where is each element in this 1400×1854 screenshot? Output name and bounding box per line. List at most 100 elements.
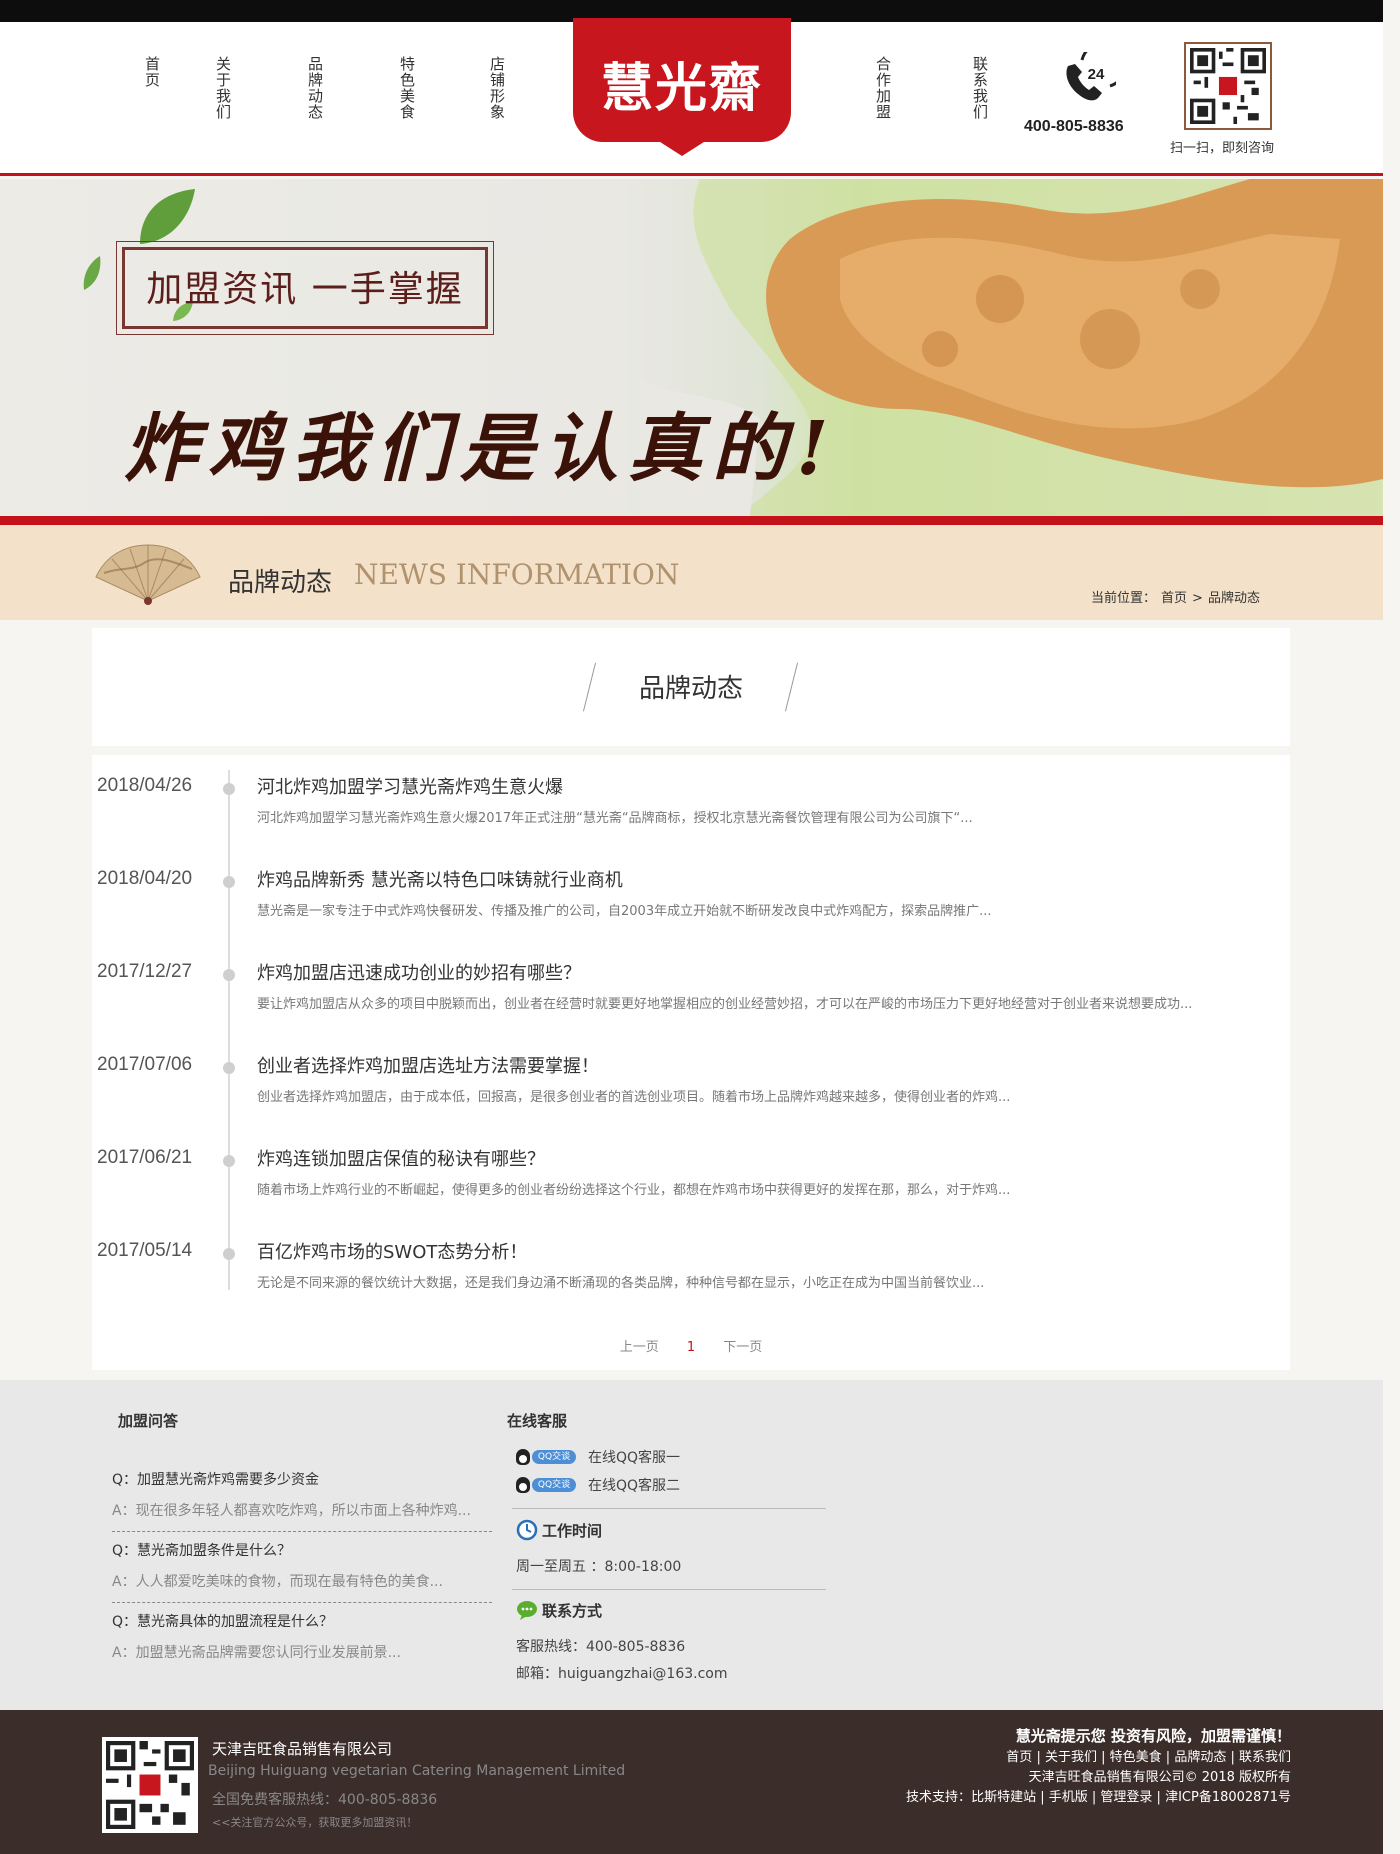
footer-support: 技术支持：比斯特建站 | 手机版 | 管理登录 | 津ICP备18002871号 [906,1790,1291,1805]
contact-title: 联系方式 [516,1599,602,1621]
work-hours-label: 工作时间 [542,1521,603,1540]
contact-label: 联系方式 [542,1601,603,1620]
news-summary: 随着市场上炸鸡行业的不断崛起，使得更多的创业者纷纷选择这个行业，都想在炸鸡市场中… [257,1183,1011,1198]
news-list-card: 品牌动态 2018/04/26 河北炸鸡加盟学习慧光斋炸鸡生意火爆 河北炸鸡加盟… [92,628,1290,1370]
qr-caption: 扫一扫，即刻咨询 [1170,141,1275,156]
footer-link-about[interactable]: 关于我们 [1045,1750,1097,1765]
breadcrumb: 当前位置： 首页 > 品牌动态 [1091,587,1265,606]
news-title[interactable]: 创业者选择炸鸡加盟店选址方法需要掌握！ [257,1052,599,1078]
news-date: 2017/06/21 [97,1147,193,1168]
banner-red-line [0,516,1383,525]
timeline-dot [223,969,235,981]
footer-follow-note: <<关注官方公众号，获取更多加盟资讯！ [212,1816,418,1829]
news-item[interactable]: 2017/07/06 创业者选择炸鸡加盟店选址方法需要掌握！ 创业者选择炸鸡加盟… [92,1054,1290,1134]
faq-separator [112,1531,492,1532]
leaf-decoration-icon [140,189,195,244]
qq-icon: QQ交谈 [516,1476,578,1494]
faq-question[interactable]: Q：慧光斋加盟条件是什么？ [112,1540,291,1560]
header-qr-code [1184,42,1272,130]
news-summary: 河北炸鸡加盟学习慧光斋炸鸡生意火爆2017年正式注册“慧光斋“品牌商标，授权北京… [257,811,973,826]
chat-icon [517,1601,537,1620]
footer-link-mobile[interactable]: 手机版 [1049,1790,1088,1805]
nav-brand-news[interactable]: 品牌动态 [302,56,324,120]
faq-answer: A：现在很多年轻人都喜欢吃炸鸡，所以市面上各种炸鸡... [112,1503,471,1519]
qq-service-one[interactable]: QQ交谈 在线QQ客服一 [516,1447,680,1467]
news-item[interactable]: 2017/05/14 百亿炸鸡市场的SWOT态势分析！ 无论是不同来源的餐饮统计… [92,1240,1290,1320]
leaf-decoration-icon [83,256,101,290]
news-title[interactable]: 炸鸡加盟店迅速成功创业的妙招有哪些？ [257,959,581,985]
pager-prev[interactable]: 上一页 [620,1336,659,1355]
card-divider [92,746,1290,755]
qq-service-label: 在线QQ客服一 [588,1450,681,1466]
news-title[interactable]: 百亿炸鸡市场的SWOT态势分析！ [257,1238,527,1264]
nav-about[interactable]: 关于我们 [210,56,232,120]
footer-warning: 慧光斋提示您 投资有风险，加盟需谨慎！ [1015,1727,1291,1745]
news-title[interactable]: 河北炸鸡加盟学习慧光斋炸鸡生意火爆 [257,773,563,799]
faq-question[interactable]: Q：加盟慧光斋炸鸡需要多少资金 [112,1469,319,1489]
pager-current[interactable]: 1 [687,1340,695,1355]
breadcrumb-home[interactable]: 首页 [1161,591,1187,606]
section-title-cn: 品牌动态 [228,568,333,598]
news-summary: 创业者选择炸鸡加盟店，由于成本低，回报高，是很多创业者的首选创业项目。随着市场上… [257,1090,1011,1105]
news-summary: 要让炸鸡加盟店从众多的项目中脱颖而出，创业者在经营时就要更好地掌握相应的创业经营… [257,997,1193,1012]
card-heading: 品牌动态 [638,674,743,704]
faq-title: 加盟问答 [118,1412,179,1430]
footer-link-home[interactable]: 首页 [1006,1750,1032,1765]
timeline-dot [223,876,235,888]
clock-icon [516,1519,538,1541]
faq-question[interactable]: Q：慧光斋具体的加盟流程是什么？ [112,1611,333,1631]
footer-hotline: 全国免费客服热线：400-805-8836 [212,1792,438,1808]
news-title[interactable]: 炸鸡连锁加盟店保值的秘诀有哪些？ [257,1145,545,1171]
news-item[interactable]: 2018/04/20 炸鸡品牌新秀 慧光斋以特色口味铸就行业商机 慧光斋是一家专… [92,868,1290,948]
footer-link-food[interactable]: 特色美食 [1110,1750,1162,1765]
timeline-dot [223,783,235,795]
news-title[interactable]: 炸鸡品牌新秀 慧光斋以特色口味铸就行业商机 [257,866,623,892]
footer-link-news[interactable]: 品牌动态 [1174,1750,1226,1765]
nav-franchise[interactable]: 合作加盟 [870,56,892,120]
news-item[interactable]: 2017/06/21 炸鸡连锁加盟店保值的秘诀有哪些？ 随着市场上炸鸡行业的不断… [92,1147,1290,1227]
footer-company-en: Beijing Huiguang vegetarian Catering Man… [208,1763,626,1779]
pagination: 上一页 1 下一页 [92,1336,1290,1355]
email-text[interactable]: 邮箱：huiguangzhai@163.com [516,1663,728,1683]
site-header: 首页 关于我们 品牌动态 特色美食 店铺形象 慧光齋 合作加盟 联系我们 24 … [0,18,1383,176]
service-title: 在线客服 [507,1412,568,1430]
page: 首页 关于我们 品牌动态 特色美食 店铺形象 慧光齋 合作加盟 联系我们 24 … [0,0,1383,1854]
nav-featured-food[interactable]: 特色美食 [394,56,416,120]
qq-icon: QQ交谈 [516,1448,578,1466]
hero-banner: 加盟资讯 一手掌握 炸鸡我们是认真的! [0,179,1383,516]
breadcrumb-label: 当前位置： [1091,591,1157,606]
news-date: 2017/05/14 [97,1240,193,1261]
nav-store-image[interactable]: 店铺形象 [484,56,506,120]
news-item[interactable]: 2017/12/27 炸鸡加盟店迅速成功创业的妙招有哪些？ 要让炸鸡加盟店从众多… [92,961,1290,1041]
logo[interactable]: 慧光齋 [573,18,791,156]
nav-contact[interactable]: 联系我们 [967,56,989,120]
news-date: 2018/04/26 [97,775,193,796]
footer-qr-code [102,1737,198,1833]
news-summary: 无论是不同来源的餐饮统计大数据，还是我们身边涌不断涌现的各类品牌，种种信号都在显… [257,1276,985,1291]
banner-frame: 加盟资讯 一手掌握 [116,241,494,335]
breadcrumb-current: 品牌动态 [1207,591,1260,606]
qq-service-two[interactable]: QQ交谈 在线QQ客服二 [516,1475,680,1495]
footer-link-icp[interactable]: 津ICP备18002871号 [1165,1790,1291,1805]
footer-copyright: 天津吉旺食品销售有限公司© 2018 版权所有 [1028,1770,1291,1785]
qr-code-image [106,1741,194,1829]
pager-next[interactable]: 下一页 [723,1336,762,1355]
footer-link-contact[interactable]: 联系我们 [1239,1750,1291,1765]
footer-link-admin-login[interactable]: 管理登录 [1100,1790,1152,1805]
work-hours-value: 周一至周五 ：8:00-18:00 [516,1559,682,1575]
section-title-en: NEWS INFORMATION [354,558,680,591]
faq-separator [112,1602,492,1603]
news-item[interactable]: 2018/04/26 河北炸鸡加盟学习慧光斋炸鸡生意火爆 河北炸鸡加盟学习慧光斋… [92,775,1290,855]
footer-links: 首页 | 关于我们 | 特色美食 | 品牌动态 | 联系我们 [1006,1750,1291,1765]
news-date: 2017/07/06 [97,1054,193,1075]
site-footer: 天津吉旺食品销售有限公司 Beijing Huiguang vegetarian… [0,1710,1383,1854]
nav-home[interactable]: 首页 [139,56,161,88]
news-summary: 慧光斋是一家专注于中式炸鸡快餐研发、传播及推广的公司，自2003年成立开始就不断… [257,904,992,919]
section-title-bar: 品牌动态 NEWS INFORMATION 当前位置： 首页 > 品牌动态 [0,525,1383,620]
header-phone-number[interactable]: 400-805-8836 [1024,118,1124,136]
qr-code-image [1190,48,1266,124]
footer-link-builder[interactable]: 比斯特建站 [971,1790,1036,1805]
breadcrumb-separator: > [1192,591,1203,606]
banner-slogan: 炸鸡我们是认真的! [124,406,839,492]
news-date: 2017/12/27 [97,961,193,982]
